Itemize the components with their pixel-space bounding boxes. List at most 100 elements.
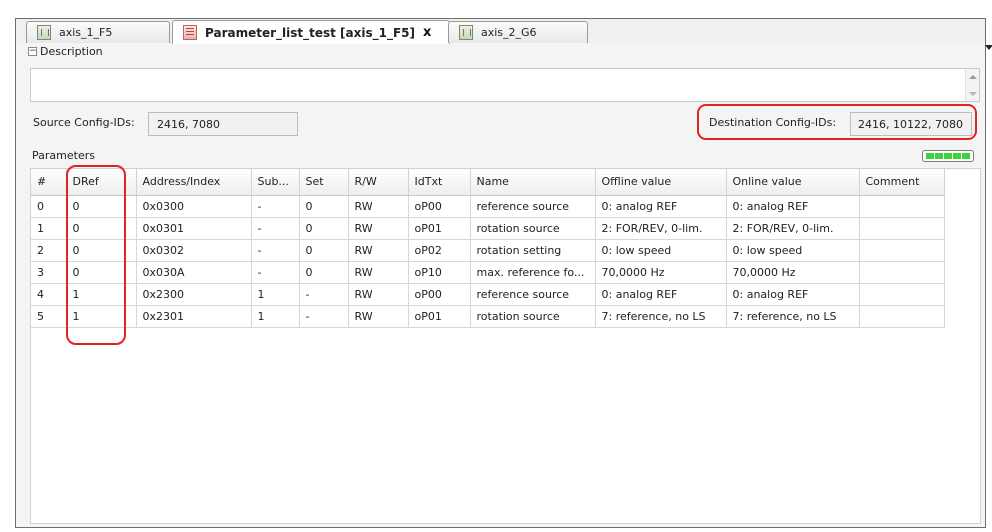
cell-rw: RW — [348, 217, 409, 240]
column-header-idtxt[interactable]: IdTxt — [408, 169, 471, 196]
tab-parameter-list-test[interactable]: Parameter_list_test [axis_1_F5] x — [172, 20, 450, 44]
cell-online-value: 2: FOR/REV, 0-lim. — [726, 217, 860, 240]
cell-index: 0 — [31, 195, 67, 218]
column-header-address-index[interactable]: Address/Index — [136, 169, 252, 196]
device-icon — [37, 25, 51, 40]
cell-sub: - — [251, 195, 300, 218]
dref-column-highlight-annotation — [66, 165, 126, 345]
cell-name: rotation source — [470, 305, 596, 328]
column-header-rw[interactable]: R/W — [348, 169, 409, 196]
cell-rw: RW — [348, 305, 409, 328]
cell-idtxt: oP01 — [408, 217, 471, 240]
cell-address: 0x0302 — [136, 239, 252, 262]
description-textarea[interactable] — [30, 68, 980, 102]
cell-rw: RW — [348, 239, 409, 262]
source-config-ids-label: Source Config-IDs: — [33, 116, 135, 129]
column-header-index[interactable]: # — [31, 169, 67, 196]
device-icon — [459, 25, 473, 40]
cell-name: rotation source — [470, 217, 596, 240]
cell-address: 0x0301 — [136, 217, 252, 240]
cell-address: 0x030A — [136, 261, 252, 284]
description-label: Description — [40, 45, 103, 58]
cell-offline-value[interactable]: 70,0000 Hz — [595, 261, 727, 284]
cell-name: reference source — [470, 283, 596, 306]
table-row[interactable]: 2 0 0x0302 - 0 RW oP02 rotation setting … — [31, 239, 945, 262]
destination-highlight-annotation — [697, 104, 977, 140]
column-header-offline-value[interactable]: Offline value — [595, 169, 727, 196]
tab-axis-1-f5[interactable]: axis_1_F5 — [26, 21, 170, 43]
cell-offline-value[interactable]: 2: FOR/REV, 0-lim. — [595, 217, 727, 240]
cell-online-value: 0: analog REF — [726, 195, 860, 218]
table-header-row: # DRef Address/Index Sub... Set R/W IdTx… — [31, 169, 945, 196]
cell-set: - — [299, 283, 349, 306]
cell-comment[interactable] — [859, 305, 945, 328]
parameters-label: Parameters — [32, 149, 95, 162]
table-row[interactable]: 3 0 0x030A - 0 RW oP10 max. reference fo… — [31, 261, 945, 284]
cell-comment[interactable] — [859, 261, 945, 284]
cell-offline-value[interactable]: 0: analog REF — [595, 283, 727, 306]
source-config-ids-field: 2416, 7080 — [148, 112, 298, 136]
cell-online-value: 70,0000 Hz — [726, 261, 860, 284]
cell-online-value: 0: low speed — [726, 239, 860, 262]
cell-rw: RW — [348, 283, 409, 306]
table-row[interactable]: 5 1 0x2301 1 - RW oP01 rotation source 7… — [31, 305, 945, 328]
cell-address: 0x2301 — [136, 305, 252, 328]
cell-index: 3 — [31, 261, 67, 284]
cell-index: 2 — [31, 239, 67, 262]
cell-index: 1 — [31, 217, 67, 240]
cell-sub: 1 — [251, 305, 300, 328]
column-header-set[interactable]: Set — [299, 169, 349, 196]
cell-address: 0x0300 — [136, 195, 252, 218]
cell-online-value: 0: analog REF — [726, 283, 860, 306]
tab-axis-2-g6[interactable]: axis_2_G6 — [448, 21, 588, 43]
column-header-subindex[interactable]: Sub... — [251, 169, 300, 196]
tab-label: axis_1_F5 — [59, 26, 113, 39]
tab-list-dropdown-icon[interactable] — [985, 45, 992, 50]
cell-comment[interactable] — [859, 217, 945, 240]
source-config-ids-value: 2416, 7080 — [157, 117, 220, 131]
cell-name: reference source — [470, 195, 596, 218]
cell-sub: 1 — [251, 283, 300, 306]
cell-offline-value[interactable]: 0: low speed — [595, 239, 727, 262]
cell-set: 0 — [299, 239, 349, 262]
column-header-name[interactable]: Name — [470, 169, 596, 196]
cell-rw: RW — [348, 195, 409, 218]
cell-index: 4 — [31, 283, 67, 306]
cell-name: rotation setting — [470, 239, 596, 262]
description-scrollbar[interactable] — [965, 69, 979, 101]
cell-sub: - — [251, 239, 300, 262]
cell-sub: - — [251, 261, 300, 284]
cell-idtxt: oP02 — [408, 239, 471, 262]
cell-comment[interactable] — [859, 239, 945, 262]
collapse-icon[interactable]: − — [28, 47, 37, 56]
cell-online-value: 7: reference, no LS — [726, 305, 860, 328]
column-header-comment[interactable]: Comment — [859, 169, 945, 196]
table-row[interactable]: 1 0 0x0301 - 0 RW oP01 rotation source 2… — [31, 217, 945, 240]
close-tab-button[interactable]: x — [423, 25, 431, 40]
progress-indicator-icon — [922, 150, 974, 162]
cell-idtxt: oP00 — [408, 195, 471, 218]
column-header-online-value[interactable]: Online value — [726, 169, 860, 196]
table-row[interactable]: 0 0 0x0300 - 0 RW oP00 reference source … — [31, 195, 945, 218]
cell-idtxt: oP00 — [408, 283, 471, 306]
scroll-up-icon[interactable] — [969, 75, 977, 79]
cell-set: 0 — [299, 261, 349, 284]
cell-sub: - — [251, 217, 300, 240]
scroll-down-icon[interactable] — [969, 92, 977, 96]
cell-address: 0x2300 — [136, 283, 252, 306]
table-row[interactable]: 4 1 0x2300 1 - RW oP00 reference source … — [31, 283, 945, 306]
parameter-list-icon — [183, 25, 197, 40]
cell-offline-value[interactable]: 0: analog REF — [595, 195, 727, 218]
cell-comment[interactable] — [859, 195, 945, 218]
parameters-table: # DRef Address/Index Sub... Set R/W IdTx… — [31, 169, 945, 328]
cell-offline-value[interactable]: 7: reference, no LS — [595, 305, 727, 328]
cell-rw: RW — [348, 261, 409, 284]
tab-label: axis_2_G6 — [481, 26, 537, 39]
cell-name: max. reference fo... — [470, 261, 596, 284]
description-section-header[interactable]: − Description — [28, 45, 103, 58]
parameters-table-area: # DRef Address/Index Sub... Set R/W IdTx… — [30, 168, 981, 524]
editor-tab-bar: axis_1_F5 Parameter_list_test [axis_1_F5… — [16, 19, 992, 50]
tab-label: Parameter_list_test [axis_1_F5] — [205, 25, 416, 40]
cell-comment[interactable] — [859, 283, 945, 306]
cell-set: 0 — [299, 217, 349, 240]
